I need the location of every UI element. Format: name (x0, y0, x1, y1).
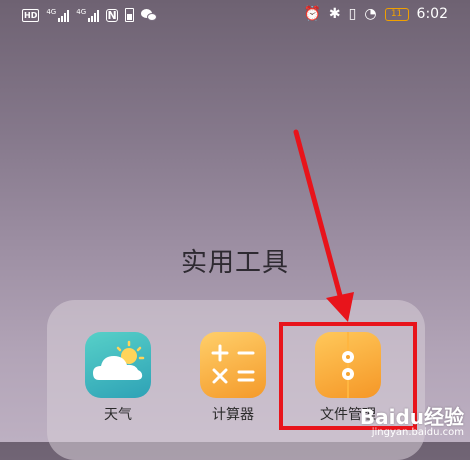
watermark-main: Baidu经验 (359, 405, 464, 429)
watermark-url: jingyan.baidu.com (371, 427, 464, 438)
watermark: Baidu经验 jingyan.baidu.com (360, 401, 464, 438)
annotation-arrow-icon (293, 129, 354, 322)
